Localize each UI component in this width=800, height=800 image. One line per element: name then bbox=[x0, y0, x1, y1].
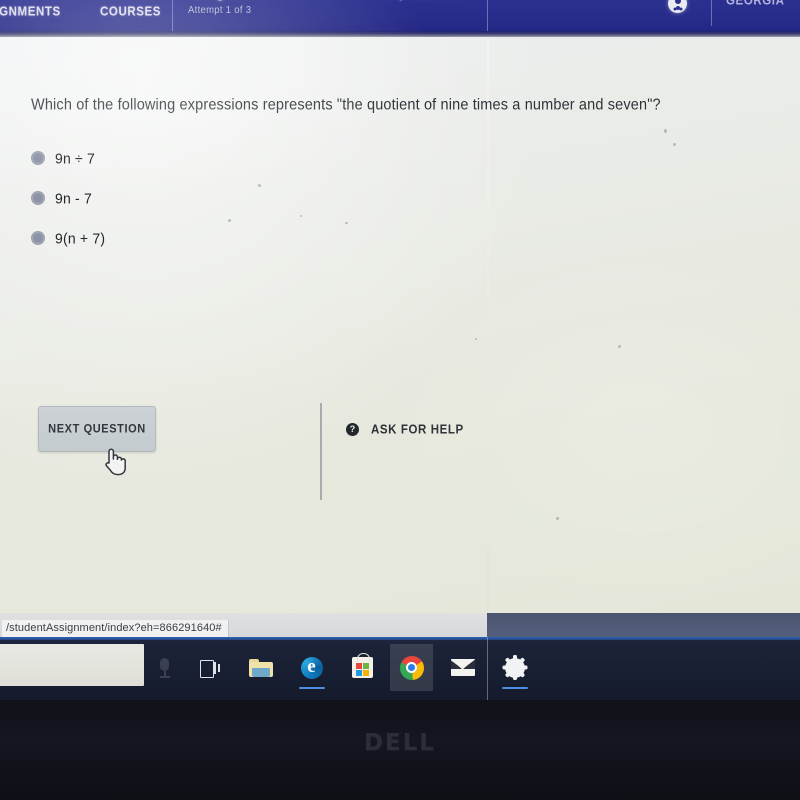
navbar-shadow bbox=[0, 31, 800, 37]
mail-icon bbox=[450, 659, 475, 676]
radio-button-option-1[interactable] bbox=[31, 151, 45, 165]
answer-option-3[interactable]: 9(n + 7) bbox=[31, 218, 105, 258]
microsoft-edge-icon bbox=[300, 656, 323, 679]
assignment-info: Assignment - 3: Variables and Expression… bbox=[188, 0, 462, 17]
nav-divider-3 bbox=[711, 0, 712, 26]
settings-button[interactable] bbox=[493, 644, 536, 691]
assignment-title-strong: Assignment bbox=[188, 0, 264, 1]
nav-divider-2 bbox=[487, 0, 488, 31]
microsoft-store-button[interactable] bbox=[341, 644, 384, 691]
assignment-title: Assignment - 3: Variables and Expression… bbox=[188, 0, 462, 1]
answer-option-1[interactable]: 9n ÷ 7 bbox=[31, 138, 105, 178]
action-divider bbox=[320, 403, 322, 500]
answer-options-list: 9n ÷ 7 9n - 7 9(n + 7) bbox=[31, 138, 105, 258]
nav-item-courses[interactable]: COURSES bbox=[100, 5, 161, 18]
taskbar-search-input[interactable] bbox=[0, 644, 144, 686]
attempt-text: Attempt 1 of 3 bbox=[188, 4, 252, 17]
ask-for-help-button[interactable]: ? ASK FOR HELP bbox=[346, 423, 464, 436]
answer-option-2-label: 9n - 7 bbox=[55, 189, 92, 207]
cortana-microphone-button[interactable] bbox=[143, 644, 186, 691]
ask-for-help-label: ASK FOR HELP bbox=[371, 422, 464, 437]
top-navigation-bar: SIGNMENTS COURSES Assignment - 3: Variab… bbox=[0, 0, 800, 31]
answer-option-2[interactable]: 9n - 7 bbox=[31, 178, 105, 218]
laptop-screen-photo: Which of the following expressions repre… bbox=[0, 0, 800, 800]
next-question-button-label: NEXT QUESTION bbox=[48, 422, 146, 436]
mail-button[interactable] bbox=[441, 644, 484, 691]
cortana-microphone-icon bbox=[159, 657, 170, 678]
taskbar-divider bbox=[487, 637, 488, 700]
answer-option-3-label: 9(n + 7) bbox=[55, 229, 106, 247]
nav-user-name[interactable]: GEORGIA bbox=[726, 0, 785, 8]
nav-item-assignments[interactable]: SIGNMENTS bbox=[0, 5, 61, 18]
status-bar-right-fill bbox=[487, 613, 800, 637]
task-view-button[interactable] bbox=[188, 644, 231, 691]
screen-area: Which of the following expressions repre… bbox=[0, 0, 800, 700]
windows-taskbar bbox=[0, 637, 800, 700]
taskbar-top-highlight bbox=[0, 637, 800, 640]
microsoft-edge-button[interactable] bbox=[290, 644, 333, 691]
file-explorer-icon bbox=[248, 658, 273, 677]
file-explorer-button[interactable] bbox=[239, 644, 282, 691]
radio-button-option-3[interactable] bbox=[31, 231, 45, 245]
nav-divider-1 bbox=[172, 0, 173, 31]
settings-open-indicator bbox=[501, 687, 528, 689]
google-chrome-icon bbox=[399, 655, 424, 680]
google-chrome-button[interactable] bbox=[390, 644, 433, 691]
question-text: Which of the following expressions repre… bbox=[31, 97, 661, 114]
user-avatar-icon[interactable] bbox=[668, 0, 687, 13]
task-view-icon bbox=[199, 659, 220, 678]
status-bar-url: /studentAssignment/index?eh=866291640# bbox=[2, 620, 229, 637]
radio-button-option-2[interactable] bbox=[31, 191, 45, 205]
settings-gear-icon bbox=[502, 655, 527, 680]
dell-brand-logo: DELL bbox=[363, 730, 437, 756]
answer-option-1-label: 9n ÷ 7 bbox=[55, 149, 96, 167]
question-mark-icon: ? bbox=[346, 423, 359, 436]
assignment-title-subtitle: - 3: Variables and Expressions bbox=[264, 0, 462, 1]
edge-open-indicator bbox=[298, 687, 325, 689]
page-content: Which of the following expressions repre… bbox=[0, 37, 800, 613]
screen-seam-artifact bbox=[487, 37, 489, 613]
microsoft-store-icon bbox=[352, 653, 373, 678]
next-question-button[interactable]: NEXT QUESTION bbox=[38, 406, 156, 452]
